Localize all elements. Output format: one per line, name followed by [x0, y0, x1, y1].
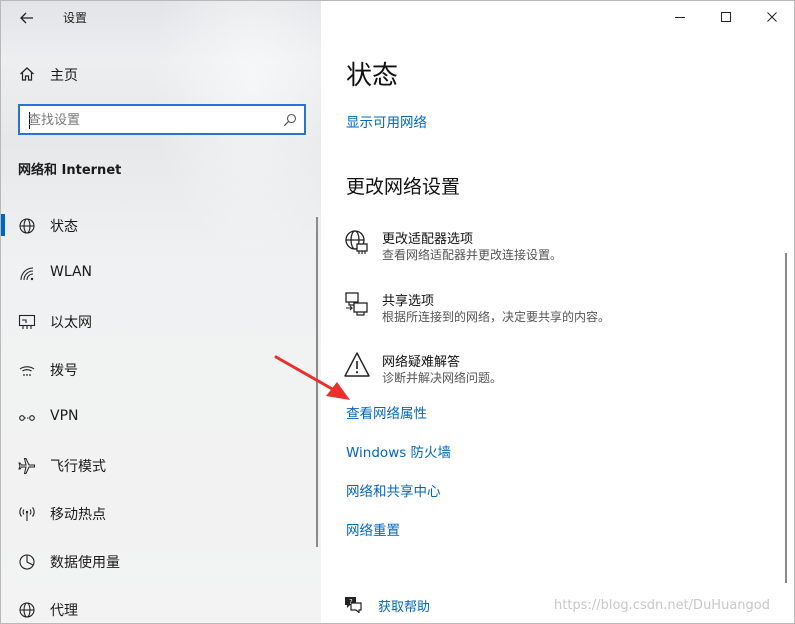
- globe-icon: [18, 601, 36, 619]
- network-reset-link[interactable]: 网络重置: [346, 519, 400, 539]
- close-button[interactable]: [749, 1, 794, 33]
- arrow-left-icon: [20, 12, 33, 24]
- option-title: 更改适配器选项: [382, 232, 474, 247]
- back-button[interactable]: [13, 5, 41, 31]
- search-icon[interactable]: [283, 112, 297, 131]
- globe-icon: [18, 217, 36, 235]
- sidebar-item-label: 主页: [50, 68, 78, 84]
- settings-window: 设置 主页 网络和 Internet: [0, 0, 795, 624]
- sharing-icon: [343, 290, 371, 318]
- content-scrollbar[interactable]: [785, 253, 787, 583]
- main-content: 状态 显示可用网络 更改网络设置 更改适配器选项 查看网络适配器并更改连接设置。: [321, 1, 794, 623]
- option-description: 查看网络适配器并更改连接设置。: [382, 248, 563, 262]
- home-icon: [19, 66, 35, 86]
- sidebar-item-label: VPN: [50, 408, 79, 424]
- sidebar-item-wlan[interactable]: WLAN: [1, 253, 311, 293]
- sidebar-item-ethernet[interactable]: 以太网: [1, 301, 311, 341]
- maximize-icon: [721, 12, 731, 22]
- sidebar-item-status[interactable]: 状态: [1, 205, 311, 245]
- airplane-icon: [18, 457, 36, 475]
- annotation-arrow: [274, 355, 350, 400]
- sidebar-item-airplane[interactable]: 飞行模式: [1, 445, 311, 485]
- wifi-icon: [18, 265, 36, 283]
- option-title: 共享选项: [382, 294, 435, 309]
- sidebar-item-hotspot[interactable]: 移动热点: [1, 493, 311, 533]
- network-troubleshooter[interactable]: 网络疑难解答 诊断并解决网络问题。: [343, 351, 763, 397]
- sidebar: 设置 主页 网络和 Internet: [1, 1, 321, 623]
- option-description: 根据所连接到的网络，决定要共享的内容。: [382, 310, 611, 324]
- search-box[interactable]: [18, 104, 306, 135]
- ethernet-icon: [18, 313, 36, 331]
- hotspot-icon: [18, 505, 36, 523]
- help-chat-icon: ?: [343, 595, 363, 617]
- adapter-icon: [343, 228, 371, 256]
- sidebar-item-label: 拨号: [50, 363, 78, 379]
- sidebar-item-proxy[interactable]: 代理: [1, 589, 311, 623]
- sidebar-item-label: 代理: [50, 603, 78, 619]
- sidebar-item-label: 飞行模式: [50, 459, 106, 475]
- sidebar-item-label: 状态: [50, 219, 78, 235]
- search-input[interactable]: [28, 110, 278, 130]
- svg-text:?: ?: [349, 598, 353, 606]
- close-icon: [767, 12, 777, 22]
- network-sharing-center-link[interactable]: 网络和共享中心: [346, 480, 441, 500]
- sidebar-item-label: 以太网: [50, 315, 92, 331]
- get-help-link[interactable]: ? 获取帮助: [343, 593, 543, 617]
- dialup-icon: [18, 361, 36, 379]
- sidebar-item-label: 数据使用量: [50, 555, 120, 571]
- sidebar-item-home[interactable]: 主页: [1, 59, 321, 89]
- sharing-options[interactable]: 共享选项 根据所连接到的网络，决定要共享的内容。: [343, 290, 763, 336]
- window-title: 设置: [63, 11, 88, 25]
- watermark: https://blog.csdn.net/DuHuangod: [554, 598, 770, 613]
- show-available-networks-link[interactable]: 显示可用网络: [346, 111, 427, 131]
- sidebar-item-label: WLAN: [50, 264, 93, 280]
- sidebar-item-label: 移动热点: [50, 507, 106, 523]
- minimize-button[interactable]: [657, 1, 703, 33]
- sidebar-item-data-usage[interactable]: 数据使用量: [1, 541, 311, 581]
- maximize-button[interactable]: [703, 1, 749, 33]
- sidebar-item-dialup[interactable]: 拨号: [1, 349, 311, 389]
- windows-firewall-link[interactable]: Windows 防火墙: [346, 441, 451, 461]
- sidebar-item-vpn[interactable]: VPN: [1, 397, 311, 437]
- get-help-label: 获取帮助: [378, 600, 431, 615]
- page-title: 状态: [346, 61, 399, 91]
- change-adapter-options[interactable]: 更改适配器选项 查看网络适配器并更改连接设置。: [343, 228, 763, 274]
- section-heading: 网络和 Internet: [18, 163, 122, 178]
- data-usage-icon: [18, 553, 36, 571]
- minimize-icon: [675, 17, 685, 18]
- option-description: 诊断并解决网络问题。: [382, 371, 503, 385]
- section-heading: 更改网络设置: [346, 176, 461, 198]
- vpn-icon: [18, 409, 36, 427]
- option-title: 网络疑难解答: [382, 355, 461, 370]
